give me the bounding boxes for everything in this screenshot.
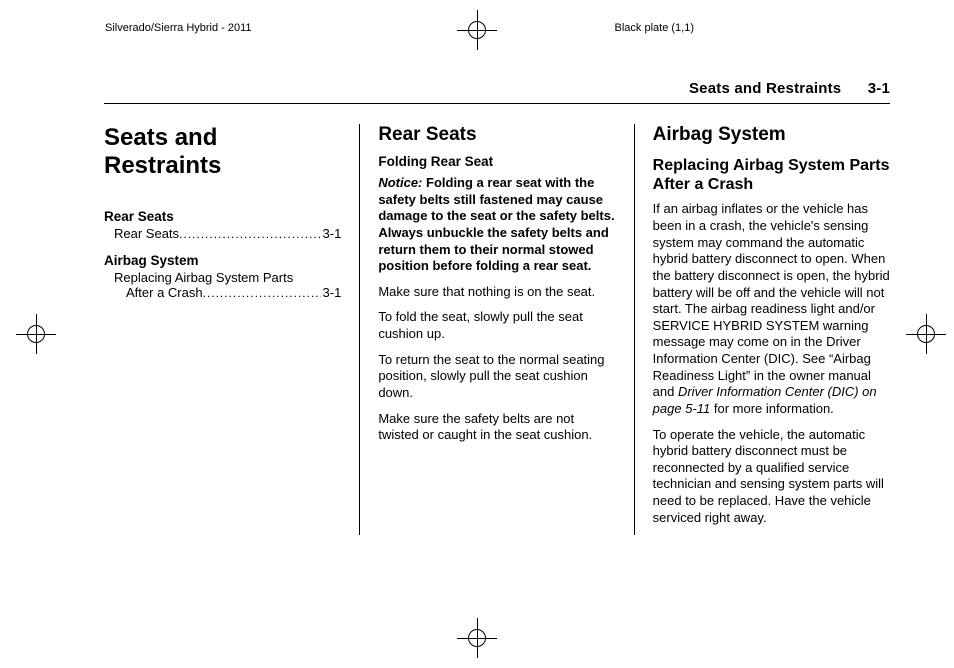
doc-id-left: Silverado/Sierra Hybrid - 2011 [105,22,252,34]
body-text: To operate the vehicle, the automatic hy… [653,427,890,527]
crop-mark-icon [16,314,56,354]
section-name: Seats and Restraints [689,80,841,97]
page-content: Seats and Restraints 3-1 Seats and Restr… [104,80,890,613]
body-text: If an airbag inflates or the vehicle has… [653,201,890,417]
doc-id-right: Black plate (1,1) [615,22,694,34]
text-run: for more information. [710,401,834,416]
printer-marks-header: Silverado/Sierra Hybrid - 2011 Black pla… [105,22,894,34]
chapter-title: Seats and Restraints [104,124,341,179]
crop-mark-icon [457,10,497,50]
notice-label: Notice: [378,175,422,190]
subsection-heading: Folding Rear Seat [378,154,615,169]
column-toc: Seats and Restraints Rear Seats Rear Sea… [104,124,341,535]
toc-heading: Airbag System [104,253,341,268]
toc-label: After a Crash [126,285,203,300]
column-airbag: Airbag System Replacing Airbag System Pa… [634,124,890,535]
body-text: Make sure the safety belts are not twist… [378,411,615,444]
toc-leader: ........................................… [203,286,321,300]
column-rear-seats: Rear Seats Folding Rear Seat Notice: Fol… [359,124,615,535]
crop-mark-icon [457,618,497,658]
running-header: Seats and Restraints 3-1 [104,80,890,104]
toc-page: 3-1 [321,285,342,300]
toc-entry: Replacing Airbag System Parts After a Cr… [104,270,341,300]
toc-heading: Rear Seats [104,209,341,224]
section-heading: Airbag System [653,124,890,146]
body-text: To return the seat to the normal seating… [378,352,615,402]
toc-entry: Rear Seats .............................… [104,226,341,241]
page-number: 3-1 [868,80,890,97]
body-text: To fold the seat, slowly pull the seat c… [378,309,615,342]
section-heading: Rear Seats [378,124,615,146]
subsection-heading: Replacing Airbag System Parts After a Cr… [653,156,890,194]
toc-leader: ........................................… [179,227,320,241]
toc-label: Rear Seats [114,226,179,241]
toc-label: Replacing Airbag System Parts [114,270,293,285]
crop-mark-icon [906,314,946,354]
text-run: If an airbag inflates or the vehicle has… [653,201,890,399]
body-text: Make sure that nothing is on the seat. [378,284,615,301]
notice-paragraph: Notice: Folding a rear seat with the saf… [378,175,615,275]
toc-page: 3-1 [321,226,342,241]
